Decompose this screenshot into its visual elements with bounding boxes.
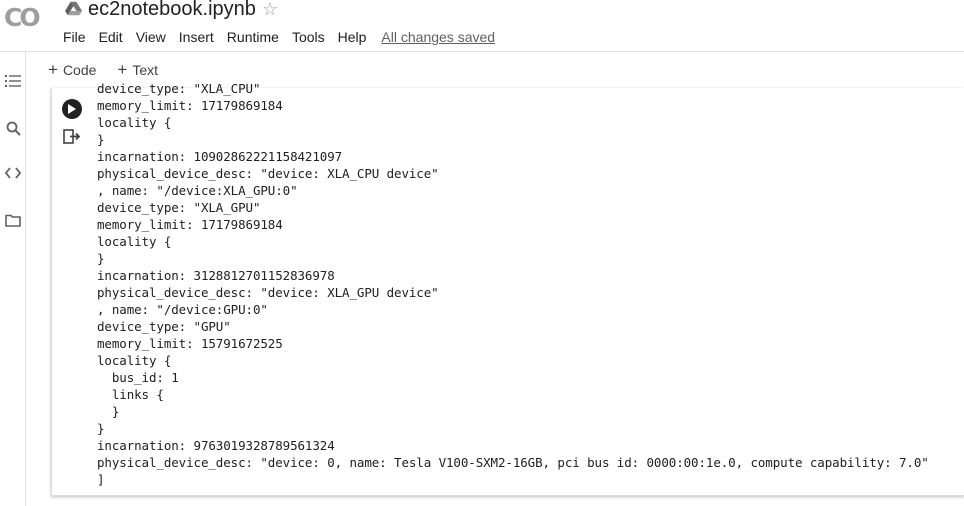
output-line: physical_device_desc: "device: XLA_CPU d… — [97, 166, 439, 181]
output-line: ] — [97, 472, 105, 487]
output-line: } — [97, 251, 105, 266]
output-line: incarnation: 10902862221158421097 — [97, 149, 343, 164]
files-icon[interactable] — [4, 211, 22, 229]
notebook-title[interactable]: ec2notebook.ipynb — [88, 0, 256, 21]
output-line: memory_limit: 17179869184 — [97, 217, 283, 232]
cell-output: device_type: "XLA_CPU" memory_limit: 171… — [97, 80, 964, 490]
output-line: , name: "/device:GPU:0" — [97, 302, 268, 317]
output-line: } — [97, 404, 120, 419]
output-line: physical_device_desc: "device: XLA_GPU d… — [97, 285, 439, 300]
output-line: physical_device_desc: "device: 0, name: … — [97, 455, 929, 470]
code-snippets-icon[interactable] — [4, 164, 22, 182]
header-divider — [0, 51, 964, 52]
output-line: locality { — [97, 115, 172, 130]
colab-logo[interactable]: CO — [4, 2, 48, 32]
menu-file[interactable]: File — [63, 29, 86, 45]
star-icon[interactable]: ☆ — [262, 0, 278, 19]
add-code-cell-button[interactable]: + Code — [48, 60, 97, 79]
insert-toolbar: + Code + Text — [48, 60, 179, 80]
add-text-cell-button[interactable]: + Text — [117, 60, 159, 79]
menu-tools[interactable]: Tools — [292, 29, 325, 45]
output-line: , name: "/device:XLA_GPU:0" — [97, 183, 298, 198]
output-line: device_type: "GPU" — [97, 319, 231, 334]
clear-output-icon[interactable] — [63, 128, 81, 146]
output-line: } — [97, 421, 105, 436]
output-line: bus_id: 1 — [97, 370, 179, 385]
search-icon[interactable] — [4, 119, 22, 137]
output-line: memory_limit: 17179869184 — [97, 98, 283, 113]
output-line: device_type: "XLA_GPU" — [97, 200, 261, 215]
output-line: locality { — [97, 353, 172, 368]
table-of-contents-icon[interactable] — [4, 72, 22, 90]
left-sidebar — [0, 52, 26, 506]
output-line: device_type: "XLA_CPU" — [97, 81, 261, 96]
plus-icon: + — [48, 60, 58, 79]
menu-help[interactable]: Help — [338, 29, 367, 45]
plus-icon: + — [117, 60, 128, 79]
add-code-label: Code — [62, 62, 97, 78]
output-line: incarnation: 9763019328789561324 — [97, 438, 335, 453]
add-text-label: Text — [132, 62, 159, 78]
colab-logo-text: CO — [4, 2, 41, 32]
menu-runtime[interactable]: Runtime — [227, 29, 279, 45]
menu-bar: File Edit View Insert Runtime Tools Help… — [63, 28, 495, 46]
output-line: incarnation: 3128812701152836978 — [97, 268, 335, 283]
run-cell-button[interactable] — [62, 99, 82, 119]
output-line: memory_limit: 15791672525 — [97, 336, 283, 351]
menu-edit[interactable]: Edit — [99, 29, 123, 45]
menu-insert[interactable]: Insert — [179, 29, 214, 45]
menu-view[interactable]: View — [136, 29, 166, 45]
output-line: locality { — [97, 234, 172, 249]
output-line: } — [97, 132, 105, 147]
output-line: links { — [97, 387, 164, 402]
save-status-link[interactable]: All changes saved — [381, 29, 495, 45]
google-drive-icon — [65, 1, 82, 16]
play-icon — [68, 104, 76, 114]
